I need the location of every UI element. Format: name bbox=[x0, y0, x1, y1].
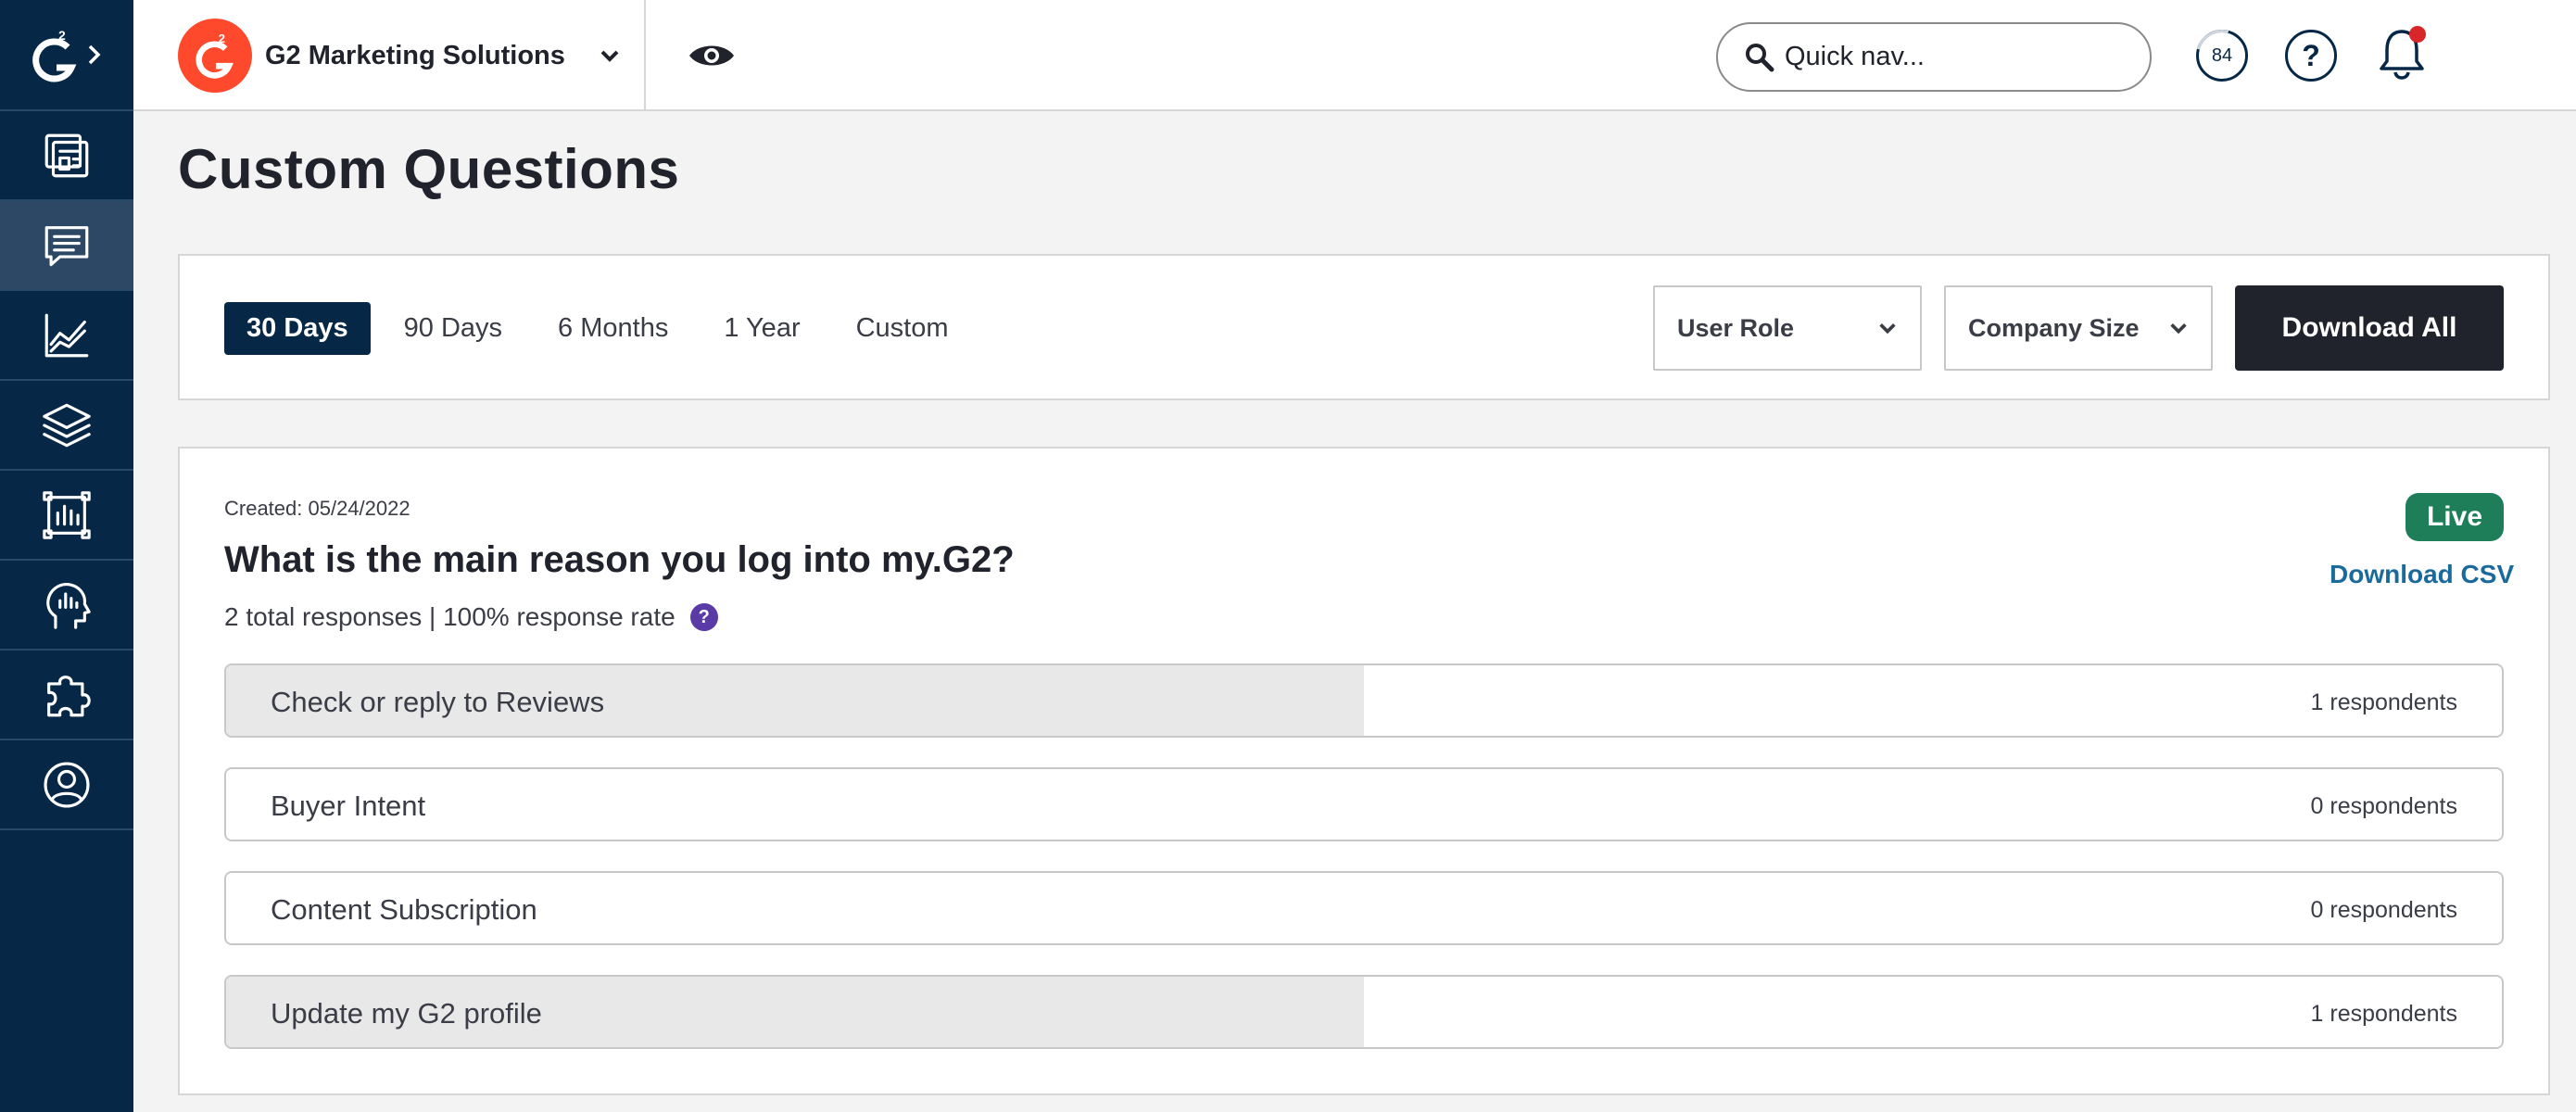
answer-label: Buyer Intent bbox=[271, 790, 426, 822]
info-icon[interactable]: ? bbox=[689, 603, 718, 631]
sidebar-item-account[interactable] bbox=[0, 740, 133, 830]
chevron-down-icon bbox=[600, 50, 619, 62]
download-all-button[interactable]: Download All bbox=[2235, 285, 2504, 371]
brand-logo-icon: 2 bbox=[178, 19, 252, 93]
g2-logo-icon: 2 bbox=[32, 28, 77, 82]
filter-bar: 30 Days 90 Days 6 Months 1 Year Custom U… bbox=[178, 254, 2550, 400]
company-size-select[interactable]: Company Size bbox=[1944, 285, 2213, 371]
chevron-down-icon bbox=[1879, 323, 1896, 335]
sidebar-item-insights[interactable] bbox=[0, 561, 133, 651]
chevron-right-icon bbox=[88, 44, 101, 65]
dashboard-icon bbox=[44, 133, 89, 177]
company-size-label: Company Size bbox=[1968, 313, 2140, 342]
page-title: Custom Questions bbox=[178, 138, 680, 200]
top-bar: 2 G2 Marketing Solutions 84 ? bbox=[133, 0, 2576, 111]
response-stats: 2 total responses | 100% response rate bbox=[224, 602, 676, 631]
chevron-down-icon bbox=[2170, 323, 2187, 335]
head-insights-icon bbox=[46, 582, 91, 629]
sidebar-item-layers[interactable] bbox=[0, 381, 133, 471]
range-90-days[interactable]: 90 Days bbox=[382, 302, 524, 355]
answer-count: 0 respondents bbox=[2310, 793, 2457, 819]
answer-label: Check or reply to Reviews bbox=[271, 686, 605, 718]
profile-score-badge[interactable]: 84 bbox=[2196, 30, 2248, 82]
eye-icon bbox=[689, 45, 734, 66]
user-role-select[interactable]: User Role bbox=[1653, 285, 1922, 371]
puzzle-icon bbox=[47, 675, 91, 716]
notification-dot bbox=[2409, 26, 2426, 43]
chart-line-icon bbox=[44, 313, 89, 357]
range-6-months[interactable]: 6 Months bbox=[536, 302, 690, 355]
answer-row: Buyer Intent 0 respondents bbox=[224, 767, 2504, 841]
chat-icon bbox=[44, 225, 89, 266]
divider bbox=[644, 0, 646, 111]
sidebar-item-reviews[interactable] bbox=[0, 201, 133, 291]
sidebar-item-dashboard[interactable] bbox=[0, 111, 133, 201]
svg-text:2: 2 bbox=[219, 32, 225, 45]
status-badge: Live bbox=[2406, 493, 2504, 541]
brand-name: G2 Marketing Solutions bbox=[265, 40, 565, 70]
sidebar: 2 bbox=[0, 0, 133, 1112]
response-summary: 2 total responses | 100% response rate ? bbox=[224, 602, 718, 632]
sidebar-item-analytics[interactable] bbox=[0, 291, 133, 381]
account-switcher[interactable]: 2 G2 Marketing Solutions bbox=[178, 17, 621, 95]
question-card: Created: 05/24/2022 What is the main rea… bbox=[178, 447, 2550, 1095]
svg-text:2: 2 bbox=[58, 28, 66, 43]
answer-row: Update my G2 profile 1 respondents bbox=[224, 975, 2504, 1049]
help-icon[interactable]: ? bbox=[2285, 30, 2337, 82]
g2-logo-toggle[interactable]: 2 bbox=[0, 0, 133, 111]
user-role-label: User Role bbox=[1677, 313, 1795, 342]
answer-label: Content Subscription bbox=[271, 893, 537, 926]
range-30-days[interactable]: 30 Days bbox=[224, 302, 371, 355]
search-icon bbox=[1746, 43, 1774, 71]
layers-icon bbox=[43, 403, 91, 447]
answer-label: Update my G2 profile bbox=[271, 997, 542, 1030]
user-circle-icon bbox=[44, 761, 90, 808]
answer-count: 1 respondents bbox=[2310, 1001, 2457, 1027]
created-date: Created: 05/24/2022 bbox=[224, 497, 410, 520]
answer-row: Check or reply to Reviews 1 respondents bbox=[224, 663, 2504, 738]
range-1-year[interactable]: 1 Year bbox=[701, 302, 822, 355]
range-custom[interactable]: Custom bbox=[834, 302, 971, 355]
date-range-tabs: 30 Days 90 Days 6 Months 1 Year Custom bbox=[224, 302, 982, 355]
bar-report-icon bbox=[43, 490, 91, 539]
download-csv-link[interactable]: Download CSV bbox=[2330, 560, 2514, 589]
question-text: What is the main reason you log into my.… bbox=[224, 539, 1015, 580]
quick-nav-search[interactable] bbox=[1716, 22, 2152, 92]
sidebar-item-integrations[interactable] bbox=[0, 651, 133, 740]
preview-eye-button[interactable] bbox=[686, 35, 738, 76]
answer-row: Content Subscription 0 respondents bbox=[224, 871, 2504, 945]
answer-count: 0 respondents bbox=[2310, 897, 2457, 923]
notifications-button[interactable] bbox=[2374, 24, 2430, 83]
answer-count: 1 respondents bbox=[2310, 689, 2457, 715]
sidebar-item-reports[interactable] bbox=[0, 471, 133, 561]
search-input[interactable] bbox=[1785, 42, 2118, 72]
